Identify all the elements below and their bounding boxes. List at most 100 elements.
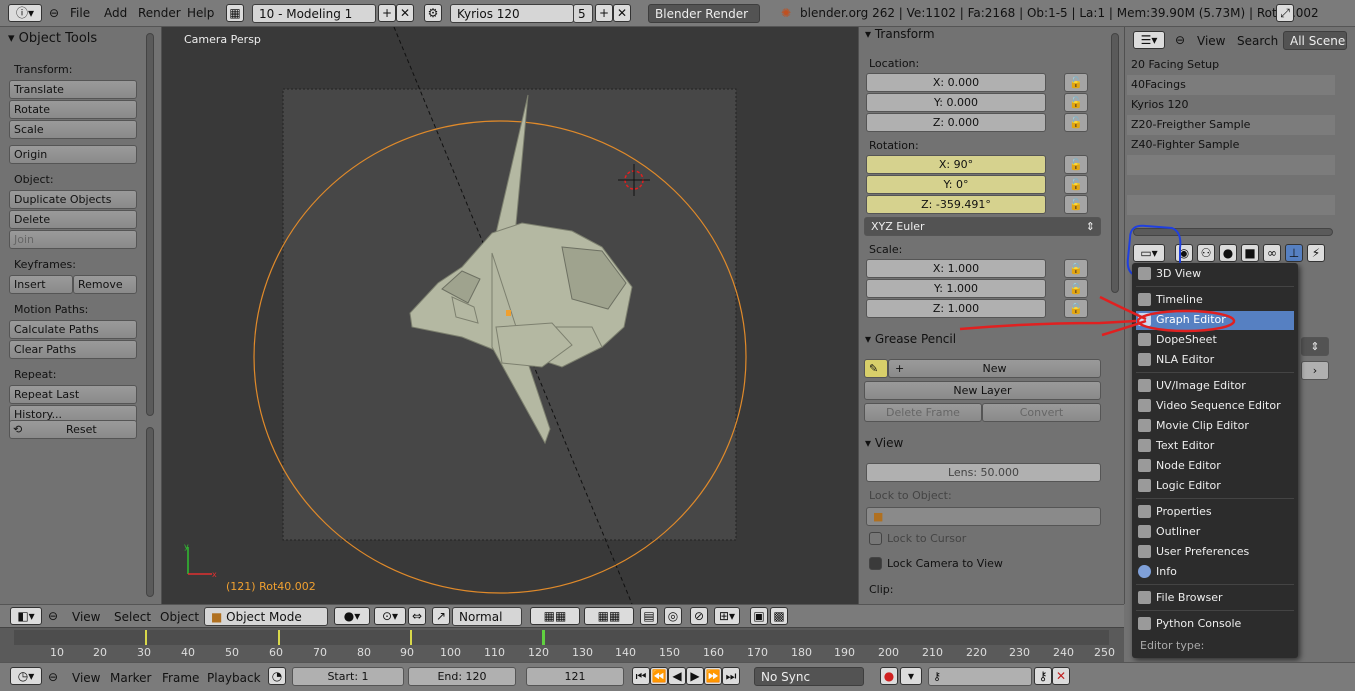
outliner-row[interactable]: Z40-Fighter Sample (1127, 135, 1335, 155)
data-tab-icon[interactable]: ⚡ (1307, 244, 1325, 262)
lock-camera-to-view-checkbox[interactable] (869, 557, 882, 570)
lock-rotation-y-icon[interactable]: 🔓 (1064, 175, 1088, 194)
outliner-search-menu[interactable]: Search (1237, 34, 1278, 48)
render-still-icon[interactable]: ▣ (750, 607, 768, 625)
viewport-shading-icon[interactable]: ●▾ (334, 607, 370, 625)
lock-to-cursor-checkbox[interactable] (869, 532, 882, 545)
translate-manipulator-icon[interactable]: ↗ (432, 607, 450, 625)
view-menu[interactable]: View (72, 610, 100, 624)
object-menu[interactable]: Object (160, 610, 199, 624)
render-engine-select[interactable]: Blender Render (648, 4, 760, 23)
render-tab-icon[interactable]: ◉ (1175, 244, 1193, 262)
menu-add[interactable]: Add (104, 6, 127, 20)
outliner-editor-type-icon[interactable]: ☰▾ (1133, 31, 1165, 49)
outliner-display-mode-select[interactable]: All Scenes (1283, 31, 1347, 50)
collapse-menu-icon[interactable]: ⊖ (48, 609, 58, 623)
menu-item-graph-editor[interactable]: Graph Editor (1136, 311, 1294, 330)
menu-item-timeline[interactable]: Timeline (1136, 291, 1294, 310)
layers-grid-1-icon[interactable]: ▦▦ (530, 607, 580, 625)
object-tab-icon[interactable]: ■ (1241, 244, 1259, 262)
outliner-collapse-icon[interactable]: ⊖ (1175, 33, 1185, 47)
menu-item-user-preferences[interactable]: User Preferences (1136, 543, 1294, 562)
menu-item-uv-image-editor[interactable]: UV/Image Editor (1136, 377, 1294, 396)
translate-button[interactable]: Translate (9, 80, 137, 99)
snap-icon[interactable]: ⊘ (690, 607, 708, 625)
marker-menu[interactable]: Marker (110, 671, 151, 685)
layers-grid-2-icon[interactable]: ▦▦ (584, 607, 634, 625)
timeline-view-menu[interactable]: View (72, 671, 100, 685)
tool-shelf-scrollbar-2[interactable] (146, 427, 154, 597)
remove-scene-icon[interactable]: ✕ (613, 4, 631, 22)
transform-orientation-select[interactable]: Normal (452, 607, 522, 626)
add-scene-icon[interactable]: + (595, 4, 613, 22)
object-mode-select[interactable]: ■ Object Mode (204, 607, 328, 626)
lock-rotation-x-icon[interactable]: 🔓 (1064, 155, 1088, 174)
start-frame-field[interactable]: Start: 1 (292, 667, 404, 686)
scene-icon[interactable]: ⚙ (424, 4, 442, 22)
calculate-paths-button[interactable]: Calculate Paths (9, 320, 137, 339)
join-button[interactable]: Join (9, 230, 137, 249)
remove-keyframe-button[interactable]: Remove (73, 275, 137, 294)
rotation-z-field[interactable]: Z: -359.491° (866, 195, 1046, 214)
duplicate-objects-button[interactable]: Duplicate Objects (9, 190, 137, 209)
jump-start-icon[interactable]: ⏮ (632, 667, 650, 685)
select-menu[interactable]: Select (114, 610, 151, 624)
current-frame-indicator[interactable] (542, 630, 545, 645)
pivot-point-icon[interactable]: ⊙▾ (374, 607, 406, 625)
keying-mode-icon[interactable]: ▾ (900, 667, 922, 685)
manipulator-icon[interactable]: ⇔ (408, 607, 426, 625)
hidden-select-field[interactable]: ⇕ (1301, 337, 1329, 356)
menu-item-3d-view[interactable]: 3D View (1136, 265, 1294, 284)
collapse-menu-icon[interactable]: ⊖ (48, 670, 58, 684)
view-panel-title[interactable]: ▾ View (865, 436, 903, 450)
menu-item-movie-clip-editor[interactable]: Movie Clip Editor (1136, 417, 1294, 436)
world-tab-icon[interactable]: ● (1219, 244, 1237, 262)
scene-select[interactable]: Kyrios 120 (450, 4, 574, 23)
transform-panel-title[interactable]: ▾ Transform (865, 27, 935, 41)
pencil-icon[interactable]: ✎ (864, 359, 888, 378)
lock-scale-x-icon[interactable]: 🔒 (1064, 259, 1088, 278)
lock-object-field[interactable]: ■ (866, 507, 1101, 526)
collapse-menu-icon[interactable]: ⊖ (49, 6, 59, 20)
sync-mode-select[interactable]: No Sync (754, 667, 864, 686)
lock-location-y-icon[interactable]: 🔓 (1064, 93, 1088, 112)
lock-location-z-icon[interactable]: 🔓 (1064, 113, 1088, 132)
outliner-row[interactable]: 40Facings (1127, 75, 1335, 95)
modifiers-tab-icon[interactable]: ⊥ (1285, 244, 1303, 262)
menu-item-logic-editor[interactable]: Logic Editor (1136, 477, 1294, 496)
outliner-row[interactable]: Kyrios 120 (1127, 95, 1335, 115)
lock-rotation-z-icon[interactable]: 🔓 (1064, 195, 1088, 214)
repeat-last-button[interactable]: Repeat Last (9, 385, 137, 404)
reset-button[interactable]: ⟲ Reset (9, 420, 137, 439)
menu-item-outliner[interactable]: Outliner (1136, 523, 1294, 542)
new-layer-button[interactable]: New Layer (864, 381, 1101, 400)
proportional-edit-icon[interactable]: ◎ (664, 607, 682, 625)
delete-button[interactable]: Delete (9, 210, 137, 229)
menu-item-file-browser[interactable]: File Browser (1136, 589, 1294, 608)
preview-range-icon[interactable]: ◔ (268, 667, 286, 685)
lock-scale-y-icon[interactable]: 🔒 (1064, 279, 1088, 298)
insert-keyframe-button[interactable]: Insert (9, 275, 73, 294)
hidden-value-field[interactable]: › (1301, 361, 1329, 380)
origin-button[interactable]: Origin (9, 145, 137, 164)
scale-x-field[interactable]: X: 1.000 (866, 259, 1046, 278)
3d-view-editor-type-icon[interactable]: ◧▾ (10, 607, 42, 625)
playback-menu[interactable]: Playback (207, 671, 261, 685)
keying-set-field[interactable]: ⚷ (928, 667, 1032, 686)
menu-item-info[interactable]: Info (1136, 563, 1294, 582)
auto-keyframe-record-icon[interactable]: ● (880, 667, 898, 685)
frame-menu[interactable]: Frame (162, 671, 199, 685)
lock-scale-z-icon[interactable]: 🔒 (1064, 299, 1088, 318)
rotation-mode-select[interactable]: XYZ Euler ⇕ (864, 217, 1101, 236)
next-keyframe-icon[interactable]: ⏩ (704, 667, 722, 685)
lock-layers-icon[interactable]: ▤ (640, 607, 658, 625)
menu-item-python-console[interactable]: Python Console (1136, 615, 1294, 634)
delete-keyframe-icon[interactable]: ✕ (1052, 667, 1070, 685)
lock-location-x-icon[interactable]: 🔓 (1064, 73, 1088, 92)
editor-type-info-icon[interactable]: ⓘ▾ (8, 4, 42, 22)
fullscreen-icon[interactable]: ⤢ (1276, 4, 1294, 22)
clear-paths-button[interactable]: Clear Paths (9, 340, 137, 359)
scene-tab-icon[interactable]: ⚇ (1197, 244, 1215, 262)
jump-end-icon[interactable]: ⏭ (722, 667, 740, 685)
render-animation-icon[interactable]: ▩ (770, 607, 788, 625)
